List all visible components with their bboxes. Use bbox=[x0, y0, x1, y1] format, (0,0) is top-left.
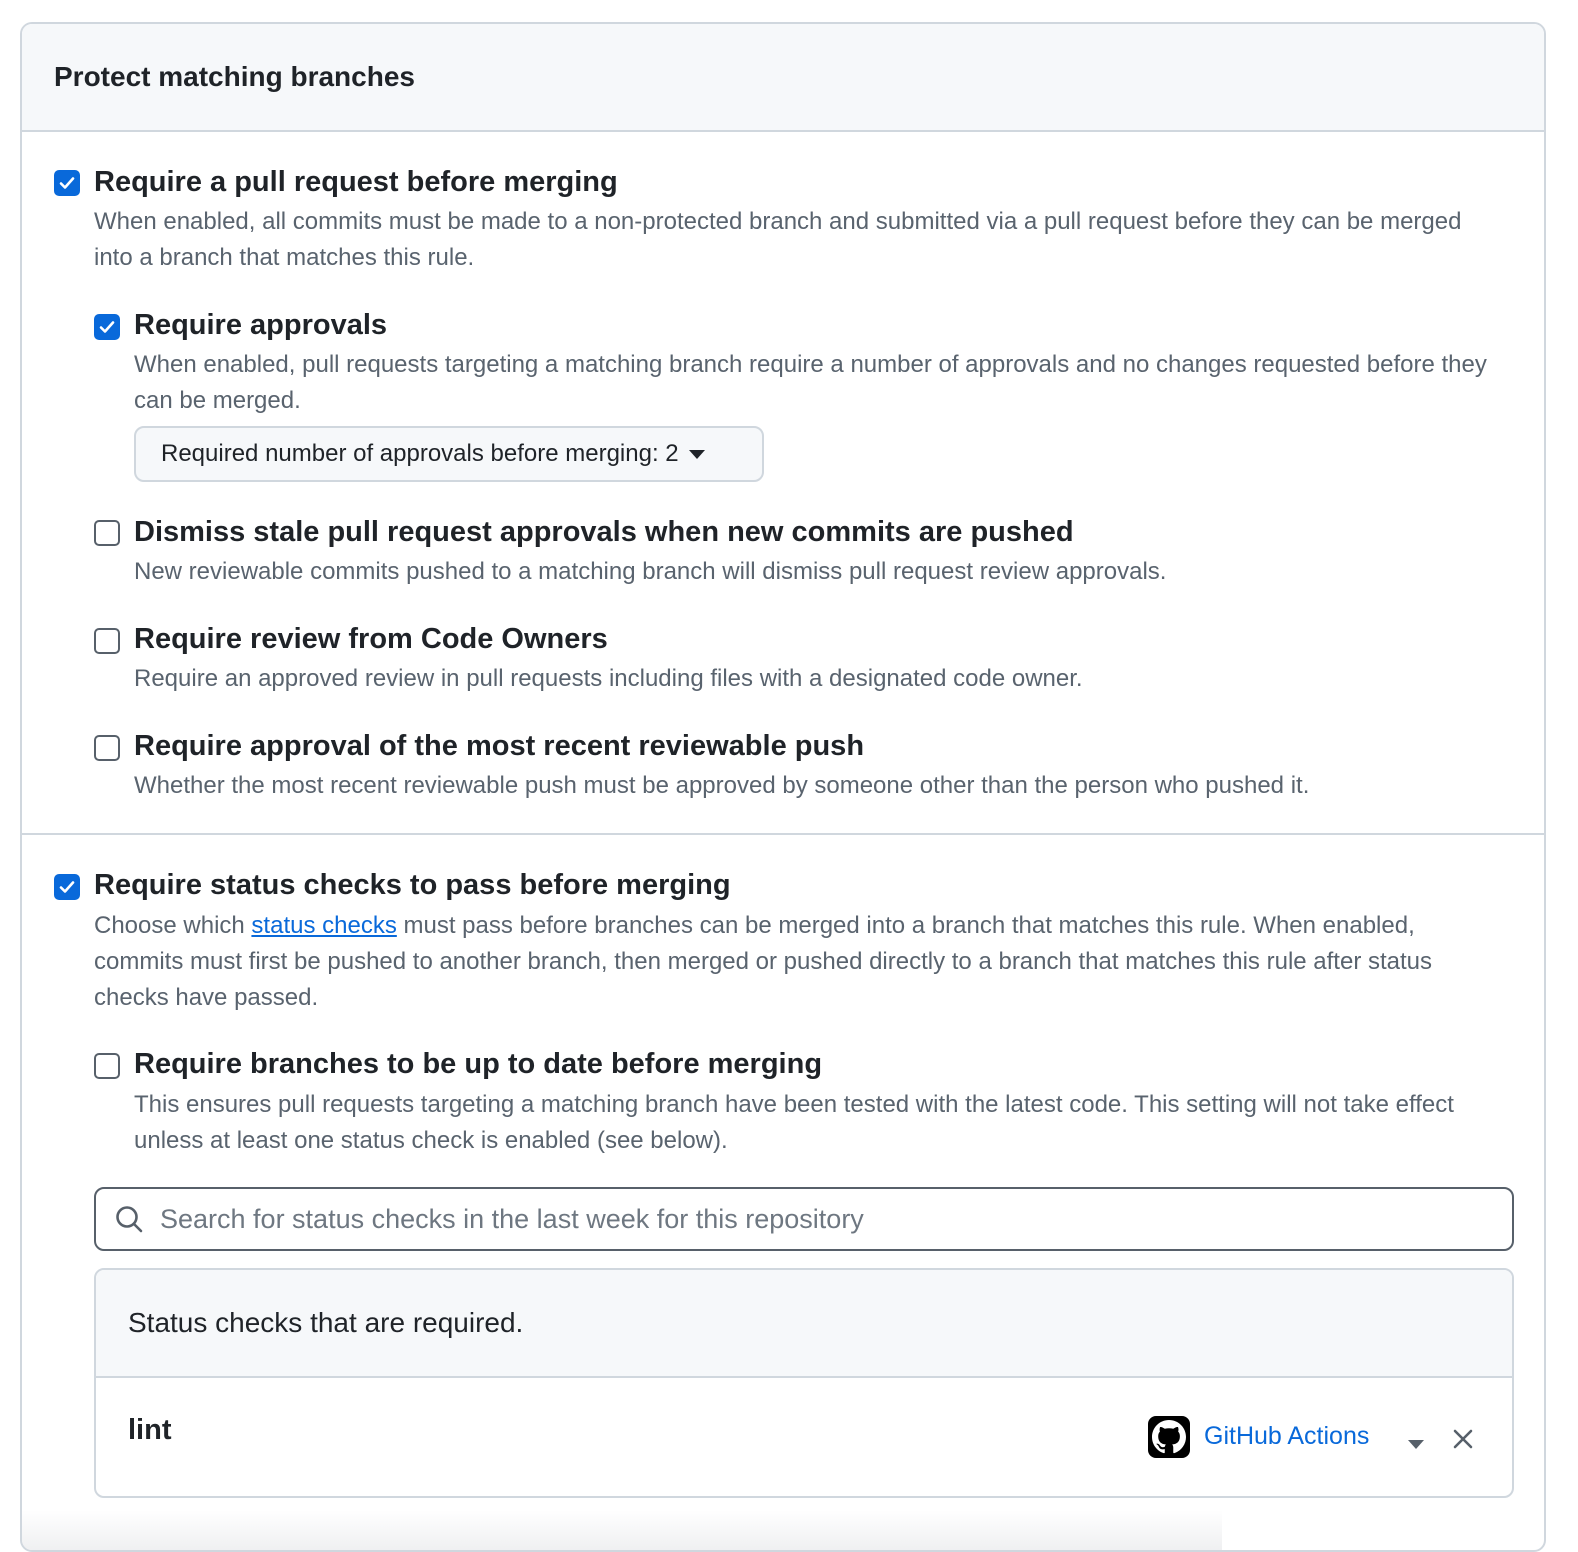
dismiss-stale-title[interactable]: Dismiss stale pull request approvals whe… bbox=[134, 516, 1074, 549]
required-check-row: lint GitHub Actions bbox=[96, 1378, 1512, 1496]
status-check-search[interactable] bbox=[94, 1187, 1514, 1251]
branch-protection-panel: Protect matching branches Require a pull… bbox=[20, 22, 1546, 1552]
status-checks-checkbox[interactable] bbox=[54, 874, 80, 900]
code-owners-title[interactable]: Require review from Code Owners bbox=[134, 623, 608, 656]
approvals-count-label: Required number of approvals before merg… bbox=[161, 440, 679, 467]
require-approvals-title[interactable]: Require approvals bbox=[134, 309, 387, 342]
section-divider bbox=[22, 833, 1544, 835]
status-checks-title[interactable]: Require status checks to pass before mer… bbox=[94, 869, 731, 902]
checkmark-icon bbox=[59, 177, 75, 189]
require-pr-title[interactable]: Require a pull request before merging bbox=[94, 166, 618, 199]
required-checks-list: Status checks that are required. lint Gi… bbox=[94, 1268, 1514, 1498]
checkmark-icon bbox=[59, 881, 75, 893]
checkmark-icon bbox=[99, 321, 115, 333]
required-checks-header: Status checks that are required. bbox=[96, 1270, 1512, 1378]
up-to-date-description: This ensures pull requests targeting a m… bbox=[134, 1091, 1454, 1154]
bottom-fade bbox=[22, 1510, 1222, 1550]
search-icon bbox=[116, 1206, 143, 1233]
status-checks-link[interactable]: status checks bbox=[251, 912, 396, 939]
recent-push-checkbox[interactable] bbox=[94, 735, 120, 761]
code-owners-checkbox[interactable] bbox=[94, 628, 120, 654]
caret-down-icon bbox=[688, 449, 705, 459]
up-to-date-title[interactable]: Require branches to be up to date before… bbox=[134, 1048, 822, 1081]
up-to-date-checkbox[interactable] bbox=[94, 1053, 120, 1079]
approvals-count-dropdown[interactable]: Required number of approvals before merg… bbox=[134, 426, 764, 482]
check-name: lint bbox=[128, 1414, 172, 1446]
search-input[interactable] bbox=[158, 1202, 1462, 1236]
status-checks-desc-text: Choose which bbox=[94, 912, 252, 939]
app-dropdown-caret-icon[interactable] bbox=[1408, 1440, 1424, 1449]
app-link[interactable]: GitHub Actions bbox=[1204, 1422, 1369, 1451]
close-icon[interactable] bbox=[1452, 1428, 1474, 1450]
recent-push-description: Whether the most recent reviewable push … bbox=[134, 772, 1310, 799]
github-icon bbox=[1148, 1416, 1190, 1458]
require-pr-description: When enabled, all commits must be made t… bbox=[94, 208, 1462, 271]
require-approvals-description: When enabled, pull requests targeting a … bbox=[134, 351, 1487, 414]
code-owners-description: Require an approved review in pull reque… bbox=[134, 665, 1083, 692]
dismiss-stale-description: New reviewable commits pushed to a match… bbox=[134, 558, 1167, 585]
require-approvals-checkbox[interactable] bbox=[94, 314, 120, 340]
panel-title: Protect matching branches bbox=[54, 61, 415, 92]
require-pr-checkbox[interactable] bbox=[54, 170, 80, 196]
panel-header: Protect matching branches bbox=[22, 24, 1544, 132]
dismiss-stale-checkbox[interactable] bbox=[94, 520, 120, 546]
recent-push-title[interactable]: Require approval of the most recent revi… bbox=[134, 730, 864, 763]
status-checks-description: Choose which status checks must pass bef… bbox=[94, 908, 1504, 1016]
